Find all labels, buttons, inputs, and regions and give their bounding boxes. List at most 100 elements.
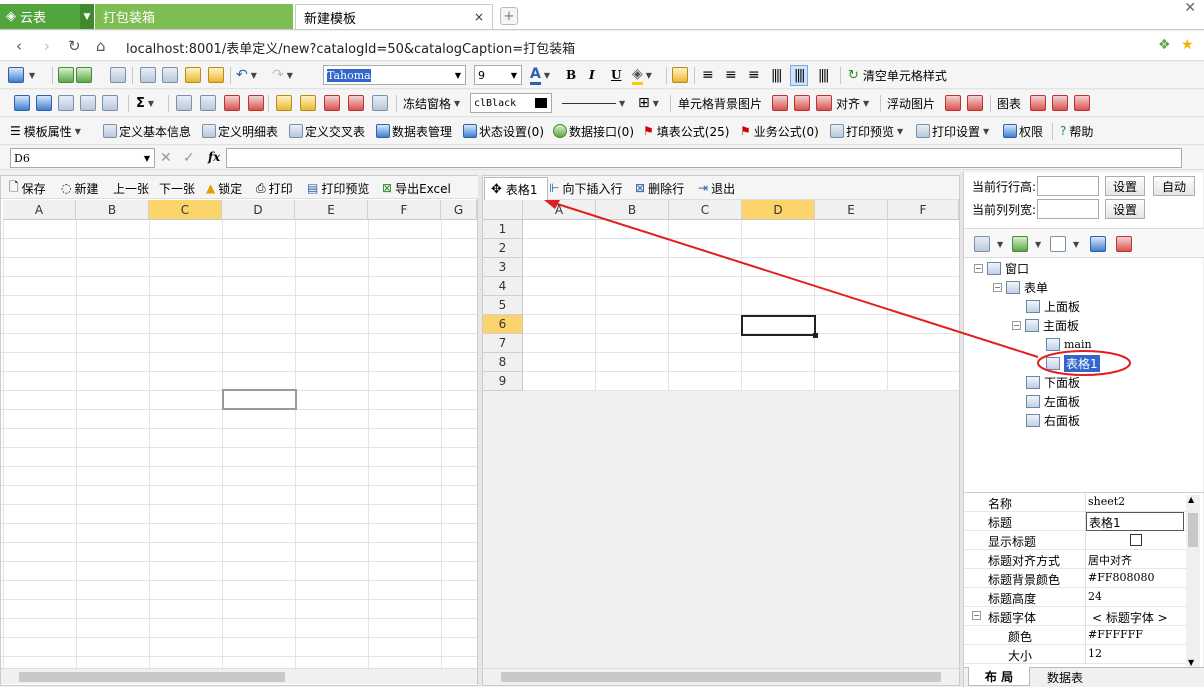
tree-node-top-panel[interactable]: 上面板 [1026, 297, 1080, 315]
collapse-icon[interactable]: − [972, 611, 981, 620]
font-name-select[interactable]: Tahoma ▼ [323, 65, 466, 85]
grid-icon-button[interactable] [58, 66, 94, 84]
scroll-thumb[interactable] [1188, 513, 1198, 547]
property-row[interactable]: 名称 sheet2 [964, 493, 1186, 512]
property-row[interactable]: 颜色 #FFFFFF [964, 626, 1186, 645]
property-row[interactable]: 标题 表格1 [964, 512, 1186, 531]
property-row[interactable]: 标题对齐方式 居中对齐 [964, 550, 1186, 569]
column-header[interactable]: E [295, 200, 368, 220]
data-interface-button[interactable]: 数据接口(0) [553, 122, 634, 140]
fill-handle[interactable] [813, 333, 818, 338]
confirm-icon[interactable]: ✓ [183, 150, 195, 166]
next-button[interactable]: 下一张 [159, 179, 195, 197]
back-icon[interactable]: ‹ [16, 37, 22, 55]
forward-icon[interactable]: › [44, 37, 50, 55]
column-header[interactable]: C [669, 200, 742, 220]
define-basic-button[interactable]: 定义基本信息 [103, 122, 191, 140]
sum-button[interactable]: Σ ▼ [136, 94, 154, 112]
row-header[interactable]: 3 [483, 258, 523, 277]
column-header[interactable]: F [368, 200, 441, 220]
new-button[interactable]: ◌ 新建 [61, 179, 99, 197]
data-table-mgmt-button[interactable]: 数据表管理 [376, 122, 452, 140]
insert-row-button[interactable]: ⊩ 向下插入行 [549, 179, 622, 197]
tab-new-template[interactable]: 新建模板 × [295, 4, 493, 29]
url-text[interactable]: localhost:8001/表单定义/new?catalogId=50&cat… [126, 38, 575, 57]
home-icon[interactable]: ⌂ [96, 37, 106, 55]
delete-row-button[interactable]: ⊠ 删除行 [635, 179, 684, 197]
prev-button[interactable]: 上一张 [113, 179, 149, 197]
print-button[interactable]: ⎙ 打印 [256, 179, 293, 197]
close-tab-icon[interactable]: × [474, 10, 484, 24]
column-header[interactable]: D [222, 200, 295, 220]
align-center-button[interactable]: ≡ [725, 66, 737, 84]
row-header[interactable]: 6 [483, 315, 523, 334]
italic-button[interactable]: I [589, 66, 595, 84]
print-settings-button[interactable]: 打印设置 ▼ [916, 122, 989, 140]
left-h-scrollbar[interactable] [1, 668, 477, 684]
property-row[interactable]: 大小 12 [964, 645, 1186, 664]
row-header[interactable]: 7 [483, 334, 523, 353]
corner-header[interactable] [483, 200, 523, 220]
column-header[interactable]: D [742, 200, 815, 220]
undo-button[interactable]: ↶ ▼ [236, 66, 257, 84]
cell-ref-select[interactable]: D6 ▼ [10, 148, 155, 168]
tree-node-bottom-panel[interactable]: 下面板 [1026, 373, 1080, 391]
table-layout-buttons[interactable] [14, 94, 120, 112]
save-icon-button[interactable]: ▼ [8, 66, 35, 84]
tree-node-right-panel[interactable]: 右面板 [1026, 411, 1080, 429]
paste-icon-button[interactable] [185, 66, 203, 84]
star-icon[interactable]: ★ [1181, 37, 1194, 53]
window-close-icon[interactable]: ✕ [1184, 0, 1196, 16]
column-header[interactable]: G [441, 200, 477, 220]
panel-copy-icon[interactable] [1090, 236, 1106, 252]
prop-v-scrollbar[interactable]: ▲ ▼ [1186, 495, 1200, 667]
collapse-icon[interactable]: − [993, 282, 1002, 292]
column-header[interactable]: A [523, 200, 596, 220]
export-icon-button[interactable] [110, 66, 128, 84]
app-brand-button[interactable]: ◈ 云表 [0, 4, 80, 29]
auto-row-height-button[interactable]: 自动 [1153, 176, 1195, 196]
layout-rows-icon[interactable] [1012, 236, 1028, 252]
exit-button[interactable]: ⇥ 退出 [698, 179, 735, 197]
tree-node-form[interactable]: − 表单 [993, 278, 1048, 296]
print-preview-button[interactable]: 打印预览 ▼ [830, 122, 903, 140]
chart-buttons[interactable] [1030, 94, 1092, 112]
property-row[interactable]: 标题高度 24 [964, 588, 1186, 607]
status-settings-button[interactable]: 状态设置(0) [463, 122, 544, 140]
property-row[interactable]: 标题背景颜色 #FF808080 [964, 569, 1186, 588]
property-value[interactable]: 表格1 [1086, 512, 1184, 531]
row-header[interactable]: 2 [483, 239, 523, 258]
formula-input[interactable] [226, 148, 1182, 168]
row-header[interactable]: 9 [483, 372, 523, 391]
row-header[interactable]: 4 [483, 277, 523, 296]
align-right-button[interactable]: ≡ [748, 66, 760, 84]
font-size-select[interactable]: 9 ▼ [474, 65, 522, 85]
scroll-thumb[interactable] [19, 672, 285, 682]
reload-icon[interactable]: ↻ [68, 37, 81, 55]
design-grid-cells[interactable] [523, 220, 959, 391]
xe-button[interactable] [372, 94, 390, 112]
define-detail-button[interactable]: 定义明细表 [202, 122, 278, 140]
font-color-button[interactable]: A ▼ [530, 66, 550, 85]
tree-node-main-panel[interactable]: − 主面板 [1012, 316, 1079, 334]
fill-formula-button[interactable]: ⚑ 填表公式(25) [643, 122, 729, 140]
panel-delete-icon[interactable] [1116, 236, 1132, 252]
copy-icon-button[interactable] [162, 66, 180, 84]
print-preview-button[interactable]: ▤ 打印预览 [307, 179, 369, 197]
tab-packing[interactable]: 打包装箱 [95, 4, 293, 29]
property-row[interactable]: 显示标题 [964, 531, 1186, 550]
new-tab-button[interactable]: + [500, 7, 518, 25]
line-style-select[interactable]: ▼ [562, 94, 625, 112]
bg-image-buttons[interactable] [772, 94, 834, 112]
column-header[interactable]: A [3, 200, 76, 220]
cell-op-buttons[interactable] [276, 94, 366, 112]
property-row[interactable]: − 标题字体 < 标题字体 > [964, 607, 1186, 626]
v-bottom-button[interactable]: |||| [818, 66, 829, 84]
layout-columns-icon[interactable] [974, 236, 990, 252]
business-formula-button[interactable]: ⚑ 业务公式(0) [740, 122, 819, 140]
align-left-button[interactable]: ≡ [702, 66, 714, 84]
fill-color-button[interactable]: ◈ ▼ [632, 66, 652, 85]
row-height-input[interactable] [1037, 176, 1099, 196]
lock-icon-button[interactable] [672, 66, 690, 84]
row-header[interactable]: 5 [483, 296, 523, 315]
